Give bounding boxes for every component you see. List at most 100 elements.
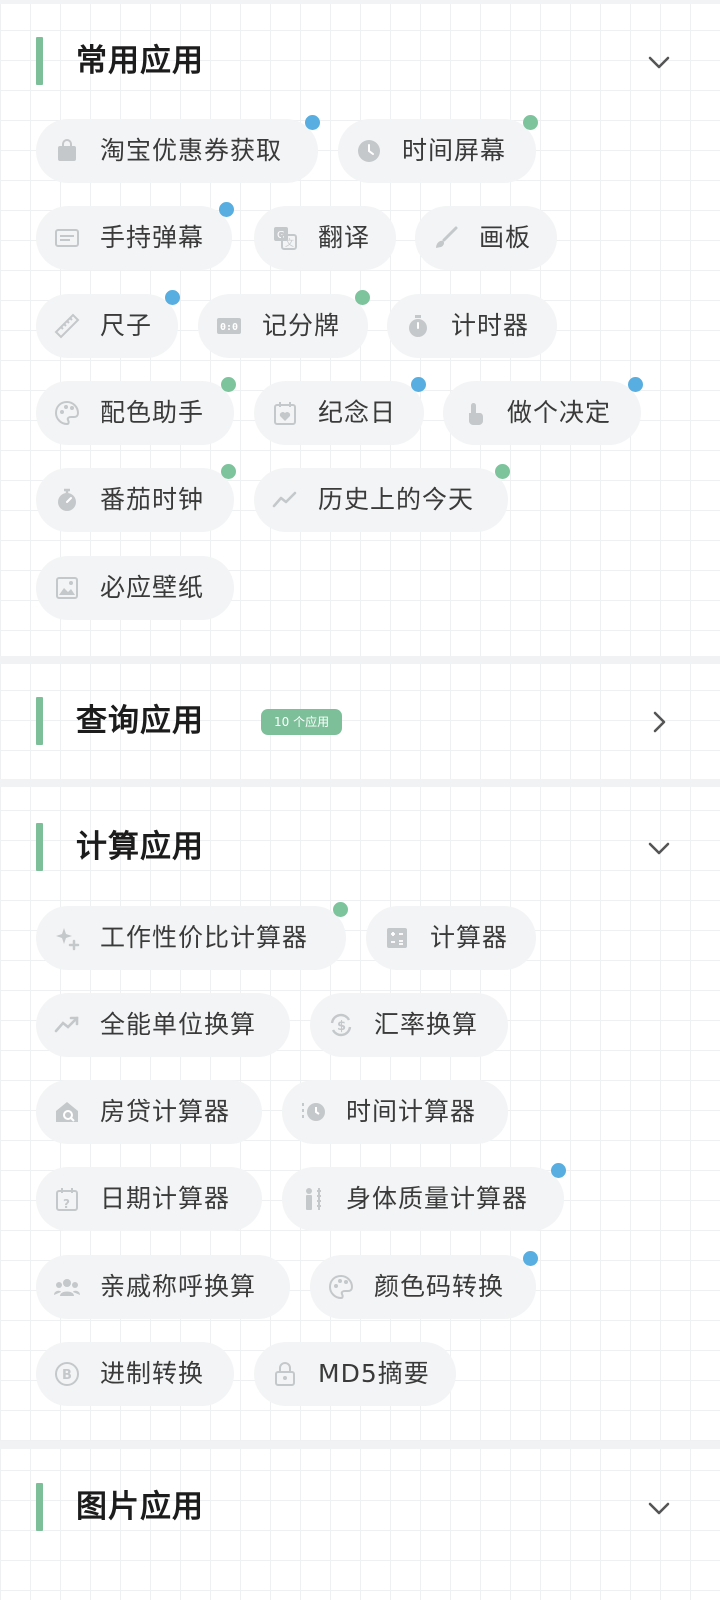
calendar-heart-icon [271,399,299,427]
chevron-right-icon[interactable] [646,709,672,735]
app-chip-label: 纪念日 [318,398,397,427]
section-accent-bar [36,1483,43,1531]
banner-icon [53,224,81,252]
app-chip[interactable]: 时间屏幕 [338,115,538,183]
app-chip-label: 必应壁纸 [100,573,205,602]
app-chip[interactable]: 画板 [415,206,557,270]
app-chip[interactable]: B 进制转换 [36,1342,234,1406]
app-chip[interactable]: 番茄时钟 [36,464,236,532]
app-chip[interactable]: G 文翻译 [254,206,396,270]
section-header-calc[interactable]: 计算应用 [0,823,720,871]
section-header-image[interactable]: 图片应用 [0,1483,720,1531]
people-icon [53,1273,81,1301]
translate-icon: G文 [271,224,299,252]
shopping-bag-icon [53,137,81,165]
house-search-icon [53,1098,81,1126]
app-chip-label: 日期计算器 [100,1184,231,1213]
body-height-icon [299,1185,327,1213]
section-divider [0,1441,720,1449]
conversion-trend-icon [53,1011,81,1039]
svg-text:0:0: 0:0 [220,322,238,333]
ruler-icon [53,312,81,340]
app-chip-label: 记分牌 [262,311,341,340]
app-chip-label: 翻译 [318,223,371,252]
app-chip[interactable]: ? 日期计算器 [36,1167,262,1231]
section-header-common[interactable]: 常用应用 [0,37,720,85]
clock-icon [355,137,383,165]
lock-icon [271,1360,299,1388]
chevron-down-icon[interactable] [646,835,672,861]
svg-text:?: ? [63,1197,70,1211]
bitcoin-circle-icon: B [53,1360,81,1388]
section-title-calc: 计算应用 [76,829,204,865]
svg-text:$: $ [337,1019,346,1034]
app-count-badge: 10 个应用 [261,709,343,735]
new-indicator-dot [628,377,643,392]
tap-hand-icon [460,399,488,427]
app-chip[interactable]: 身体质量计算器 [282,1163,566,1231]
app-chip-label: 房贷计算器 [100,1097,231,1126]
sparkle-icon [53,924,81,952]
chevron-down-icon[interactable] [646,1495,672,1521]
app-chip[interactable]: 计时器 [387,294,557,358]
new-indicator-dot [551,1163,566,1178]
new-indicator-dot [219,202,234,217]
section-title-query: 查询应用 [76,703,204,739]
calendar-question-icon: ? [53,1185,81,1213]
new-indicator-dot [221,377,236,392]
app-chip-label: 亲戚称呼换算 [100,1272,257,1301]
new-indicator-dot [333,902,348,917]
new-indicator-dot [411,377,426,392]
svg-text:文: 文 [285,237,294,249]
app-chip[interactable]: 尺子 [36,290,180,358]
section-title-common: 常用应用 [76,43,204,79]
section-header-query[interactable]: 查询应用 10 个应用 [0,697,720,745]
app-chip[interactable]: 纪念日 [254,377,426,445]
app-chip-label: 配色助手 [100,398,205,427]
app-chip-label: 汇率换算 [374,1010,479,1039]
new-indicator-dot [305,115,320,130]
app-chip[interactable]: 历史上的今天 [254,464,510,532]
app-chip[interactable]: 做个决定 [443,377,643,445]
app-chip-label: 尺子 [100,311,153,340]
palette-icon [53,399,81,427]
brush-icon [432,224,460,252]
image-icon [53,574,81,602]
new-indicator-dot [165,290,180,305]
time-history-icon [299,1098,327,1126]
app-chip[interactable]: 0:0 记分牌 [198,290,370,358]
app-chip[interactable]: MD5摘要 [254,1342,456,1406]
app-chip[interactable]: 工作性价比计算器 [36,902,348,970]
app-chip-label: 进制转换 [100,1359,205,1388]
app-chip[interactable]: 颜色码转换 [310,1251,538,1319]
new-indicator-dot [523,115,538,130]
chevron-down-icon[interactable] [646,49,672,75]
app-chip-label: MD5摘要 [318,1359,430,1388]
app-chip-label: 颜色码转换 [374,1272,505,1301]
app-chip-label: 淘宝优惠券获取 [100,136,283,165]
currency-exchange-icon: $ [327,1011,355,1039]
trend-icon [271,486,299,514]
scoreboard-icon: 0:0 [215,312,243,340]
app-chip-label: 番茄时钟 [100,485,205,514]
app-chip[interactable]: 必应壁纸 [36,556,234,620]
app-chip-label: 身体质量计算器 [346,1184,529,1213]
app-chip[interactable]: 计算器 [366,906,536,970]
app-chip[interactable]: 亲戚称呼换算 [36,1255,290,1319]
app-chip-label: 历史上的今天 [318,485,475,514]
app-chip[interactable]: 时间计算器 [282,1080,508,1144]
section-divider [0,656,720,664]
app-chip[interactable]: 淘宝优惠券获取 [36,115,320,183]
app-chip[interactable]: 房贷计算器 [36,1080,262,1144]
section-accent-bar [36,37,43,85]
app-chip-label: 全能单位换算 [100,1010,257,1039]
app-chip-label: 手持弹幕 [100,223,205,252]
app-chip[interactable]: $ 汇率换算 [310,993,508,1057]
app-chip[interactable]: 配色助手 [36,377,236,445]
app-chip-label: 时间屏幕 [402,136,507,165]
app-chip[interactable]: 全能单位换算 [36,993,290,1057]
app-chip[interactable]: 手持弹幕 [36,202,234,270]
app-chip-label: 画板 [479,223,532,252]
new-indicator-dot [221,464,236,479]
new-indicator-dot [355,290,370,305]
